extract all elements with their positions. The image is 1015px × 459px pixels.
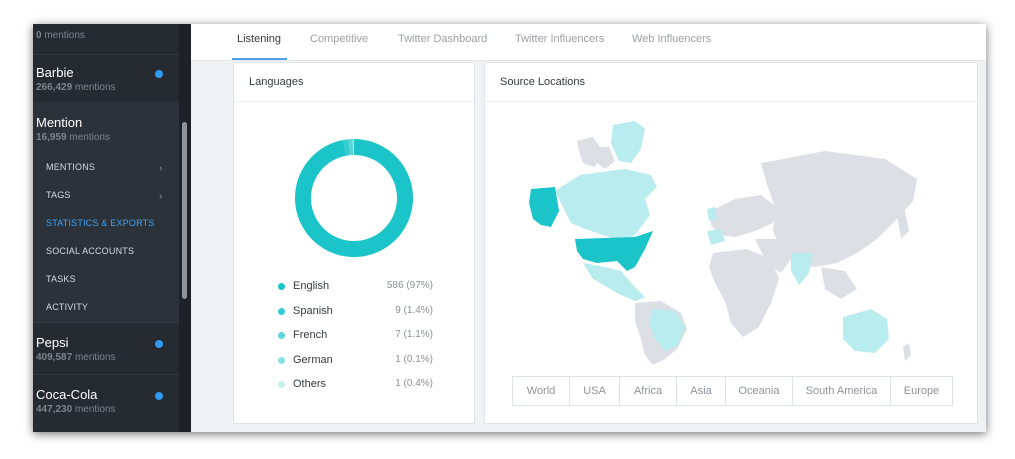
sidebar-account-pepsi[interactable]: Pepsi 409,587 mentions xyxy=(33,323,179,373)
sidebar-scrollbar[interactable] xyxy=(179,24,191,432)
tab-web-influencers[interactable]: Web Influencers xyxy=(632,33,711,45)
region-africa-button[interactable]: Africa xyxy=(620,377,677,405)
submenu-tasks[interactable]: TASKS xyxy=(46,274,76,284)
legend-label: Spanish xyxy=(293,305,333,317)
world-map[interactable] xyxy=(485,103,977,368)
legend-label: French xyxy=(293,329,328,341)
submenu-mentions[interactable]: MENTIONS xyxy=(46,162,95,172)
chevron-right-icon: › xyxy=(159,163,163,174)
map-region-mexico xyxy=(583,263,645,301)
legend-label: Others xyxy=(293,378,327,390)
region-world-button[interactable]: World xyxy=(513,377,570,405)
map-region-japan xyxy=(897,211,909,239)
legend-color-dot xyxy=(278,283,285,290)
legend-item: Others 1 (0.4%) xyxy=(278,378,433,392)
legend-value: 586 (97%) xyxy=(386,280,433,291)
legend-value: 1 (0.1%) xyxy=(395,354,433,365)
map-region-north-america xyxy=(555,169,657,241)
legend-item: Spanish 9 (1.4%) xyxy=(278,305,433,319)
languages-donut-chart xyxy=(295,139,413,257)
account-name: Mention xyxy=(36,115,83,130)
account-name: Coca-Cola xyxy=(36,387,98,402)
sidebar-account-barbie[interactable]: Barbie 266,429 mentions xyxy=(33,55,179,102)
legend-color-dot xyxy=(278,381,285,388)
map-region-arctic-islands xyxy=(595,147,615,169)
map-region-alaska xyxy=(529,187,559,227)
account-mention-count: 409,587 mentions xyxy=(36,352,116,363)
tab-competitive[interactable]: Competitive xyxy=(310,33,368,45)
region-filter-bar: World USA Africa Asia Oceania South Amer… xyxy=(512,376,953,406)
region-europe-button[interactable]: Europe xyxy=(891,377,952,405)
active-tab-indicator xyxy=(232,58,287,60)
source-locations-card: Source Locations World USA Africa Asia O… xyxy=(484,62,978,424)
legend-label: German xyxy=(293,354,333,366)
map-region-india xyxy=(791,253,813,285)
tab-twitter-dashboard[interactable]: Twitter Dashboard xyxy=(398,33,487,45)
donut-slice-english xyxy=(295,139,413,257)
map-region-southeast-asia xyxy=(821,267,857,299)
account-mention-count: 0 mentions xyxy=(36,30,85,41)
submenu-tags[interactable]: TAGS xyxy=(46,190,71,200)
legend-item: German 1 (0.1%) xyxy=(278,354,433,368)
sidebar: 0 mentions Barbie 266,429 mentions Menti… xyxy=(33,24,179,432)
legend-color-dot xyxy=(278,308,285,315)
app-window: 0 mentions Barbie 266,429 mentions Menti… xyxy=(33,24,986,432)
map-region-greenland xyxy=(611,121,645,163)
chevron-right-icon: › xyxy=(159,191,163,202)
map-region-australia xyxy=(843,309,889,353)
sidebar-account-coca-cola[interactable]: Coca-Cola 447,230 mentions xyxy=(33,375,179,432)
account-mention-count: 266,429 mentions xyxy=(36,82,116,93)
submenu-statistics-exports[interactable]: STATISTICS & EXPORTS xyxy=(46,218,155,228)
map-region-new-zealand xyxy=(903,343,911,361)
card-title: Source Locations xyxy=(500,76,585,88)
notification-dot xyxy=(155,392,163,400)
account-name: Pepsi xyxy=(36,335,69,350)
legend-item: English 586 (97%) xyxy=(278,280,433,294)
account-mention-count: 16,959 mentions xyxy=(36,132,110,143)
tab-twitter-influencers[interactable]: Twitter Influencers xyxy=(515,33,604,45)
legend-color-dot xyxy=(278,357,285,364)
account-header[interactable]: Mention 16,959 mentions xyxy=(33,102,179,149)
card-title: Languages xyxy=(249,76,304,88)
sidebar-account-mention: Mention 16,959 mentions MENTIONS › TAGS … xyxy=(33,102,179,322)
legend-value: 9 (1.4%) xyxy=(395,305,433,316)
main-content: Listening Competitive Twitter Dashboard … xyxy=(191,24,986,432)
region-oceania-button[interactable]: Oceania xyxy=(726,377,793,405)
tab-bar: Listening Competitive Twitter Dashboard … xyxy=(191,24,986,61)
legend-color-dot xyxy=(278,332,285,339)
divider xyxy=(485,101,977,102)
sidebar-account-item[interactable]: 0 mentions xyxy=(33,24,179,50)
submenu-activity[interactable]: ACTIVITY xyxy=(46,302,88,312)
region-usa-button[interactable]: USA xyxy=(570,377,620,405)
account-name: Barbie xyxy=(36,65,74,80)
tab-listening[interactable]: Listening xyxy=(237,33,281,45)
divider xyxy=(234,101,474,102)
account-mention-count: 447,230 mentions xyxy=(36,404,116,415)
legend-item: French 7 (1.1%) xyxy=(278,329,433,343)
region-asia-button[interactable]: Asia xyxy=(677,377,726,405)
region-south-america-button[interactable]: South America xyxy=(793,377,891,405)
notification-dot xyxy=(155,70,163,78)
legend-label: English xyxy=(293,280,330,292)
map-region-africa xyxy=(709,249,779,337)
legend-value: 1 (0.4%) xyxy=(395,378,433,389)
scrollbar-thumb[interactable] xyxy=(182,122,187,299)
languages-card: Languages English 586 (97%) Spanish 9 (1… xyxy=(233,62,475,424)
legend-value: 7 (1.1%) xyxy=(395,329,433,340)
submenu-social-accounts[interactable]: SOCIAL ACCOUNTS xyxy=(46,246,134,256)
notification-dot xyxy=(155,340,163,348)
